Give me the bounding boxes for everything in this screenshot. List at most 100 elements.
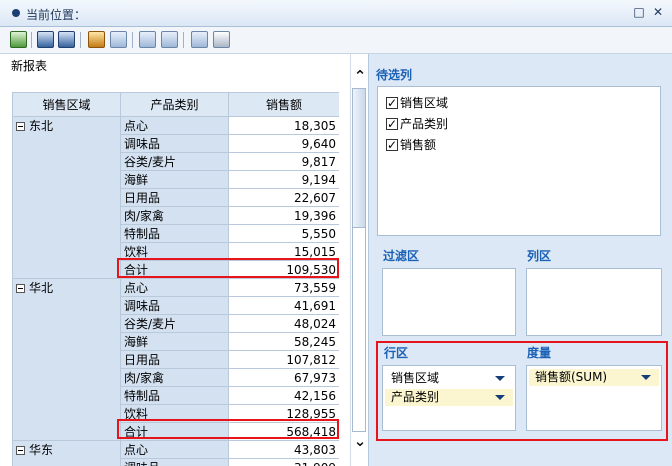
column-header-region[interactable]: 销售区域 [12,92,121,117]
measure-field-sales[interactable]: 销售额(SUM) [529,369,659,386]
column-area-box[interactable] [526,268,662,336]
chart-icon[interactable] [88,31,105,48]
sales-value-cell: 568,418 [228,422,339,441]
category-cell: 点心 [120,278,229,297]
region-label: 华北 [29,281,54,295]
toolbar-separator [132,32,133,48]
row-field-category[interactable]: 产品类别 [385,389,513,406]
region-cell[interactable]: 东北 [12,116,121,279]
settings-icon[interactable] [161,31,178,48]
measure-area-title: 度量 [527,346,552,360]
category-cell: 特制品 [120,386,229,405]
checkbox-checked-icon[interactable] [386,136,398,154]
send-icon[interactable] [191,31,208,48]
sales-value-cell: 109,530 [228,260,339,279]
column-area-title: 列区 [527,249,552,263]
save-as-icon[interactable] [58,31,75,48]
sales-value-cell: 5,550 [228,224,339,243]
table-row: 东北 点心 18,305 [12,116,339,279]
sales-value-cell: 9,194 [228,170,339,189]
table-row: 华北 点心 73,559 [12,278,339,441]
toolbar [0,27,672,54]
category-cell: 日用品 [120,188,229,207]
toolbar-separator [31,32,32,48]
sales-value-cell: 42,156 [228,386,339,405]
category-cell: 点心 [120,440,229,459]
maximize-icon[interactable]: □ [632,5,646,19]
export-icon[interactable] [139,31,156,48]
candidate-item[interactable]: 销售区域 [386,94,448,112]
candidate-item[interactable]: 产品类别 [386,115,448,133]
category-cell: 肉/家禽 [120,368,229,387]
row-field-label: 销售区域 [391,371,440,385]
sales-value-cell: 128,955 [228,404,339,423]
sales-value-cell: 22,607 [228,188,339,207]
close-icon[interactable]: ✕ [651,5,665,19]
category-cell: 海鲜 [120,170,229,189]
vertical-scrollbar[interactable] [352,88,366,432]
region-cell[interactable]: 华东 [12,440,121,466]
report-area: 新报表 销售区域 产品类别 销售额 东北 点心 18,305 调味品 9,640 谷类/麦… [0,54,350,466]
category-cell: 谷类/麦片 [120,152,229,171]
column-header-sales[interactable]: 销售额 [228,92,339,117]
collapse-icon[interactable] [16,284,25,293]
sales-value-cell: 15,015 [228,242,339,261]
checkbox-checked-icon[interactable] [386,115,398,133]
candidate-label: 销售额 [400,138,437,152]
category-cell: 海鲜 [120,332,229,351]
row-field-label: 产品类别 [391,390,440,404]
candidate-item[interactable]: 销售额 [386,136,436,154]
region-label: 华东 [29,443,54,457]
candidate-columns-title: 待选列 [376,68,413,82]
print-icon[interactable] [213,31,230,48]
measure-area-box[interactable]: 销售额(SUM) [526,365,662,431]
refresh-icon[interactable] [10,31,27,48]
category-cell: 肉/家禽 [120,206,229,225]
category-cell: 饮料 [120,404,229,423]
column-header-category[interactable]: 产品类别 [120,92,229,117]
filter-area-box[interactable] [382,268,516,336]
sales-value-cell: 9,640 [228,134,339,153]
region-cell[interactable]: 华北 [12,278,121,441]
toolbar-separator [80,32,81,48]
category-cell: 日用品 [120,350,229,369]
category-cell: 合计 [120,422,229,441]
sales-value-cell: 107,812 [228,350,339,369]
row-area-title: 行区 [384,346,409,360]
category-cell: 调味品 [120,296,229,315]
toolbar-separator [183,32,184,48]
report-grid: 销售区域 产品类别 销售额 东北 点心 18,305 调味品 9,640 谷类/麦片 9,8… [12,92,339,466]
measure-field-label: 销售额(SUM) [535,370,608,384]
report-name: 新报表 [11,59,48,73]
chevron-down-icon[interactable]: ⌄ [351,432,369,450]
scrollbar-thumb[interactable] [353,89,365,228]
table-row: 华东 点心 43,803 [12,440,339,466]
sales-value-cell: 43,803 [228,440,339,459]
dropdown-arrow-icon[interactable] [495,395,505,400]
row-field-region[interactable]: 销售区域 [385,370,513,387]
sales-value-cell: 73,559 [228,278,339,297]
candidate-columns-box: 销售区域 产品类别 销售额 [377,86,661,236]
candidate-label: 销售区域 [400,96,449,110]
save-icon[interactable] [37,31,54,48]
collapse-icon[interactable] [16,122,25,131]
category-cell: 饮料 [120,242,229,261]
sales-value-cell: 48,024 [228,314,339,333]
filter-area-title: 过滤区 [383,249,420,263]
sales-value-cell: 19,396 [228,206,339,225]
window-icon[interactable] [110,31,127,48]
category-cell: 合计 [120,260,229,279]
title-bar: 当前位置： □ ✕ [0,0,672,27]
chevron-up-icon[interactable]: ⌃ [351,67,369,85]
location-bullet-icon [12,9,20,17]
dropdown-arrow-icon[interactable] [495,376,505,381]
config-panel: 待选列 销售区域 产品类别 销售额 过滤区 列区 行区 销售区域 产品类别 度量… [368,54,672,466]
category-cell: 调味品 [120,458,229,466]
category-cell: 点心 [120,116,229,135]
collapse-icon[interactable] [16,446,25,455]
dropdown-arrow-icon[interactable] [641,375,651,380]
row-area-box[interactable]: 销售区域 产品类别 [382,365,516,431]
checkbox-checked-icon[interactable] [386,94,398,112]
region-label: 东北 [29,119,54,133]
category-cell: 特制品 [120,224,229,243]
